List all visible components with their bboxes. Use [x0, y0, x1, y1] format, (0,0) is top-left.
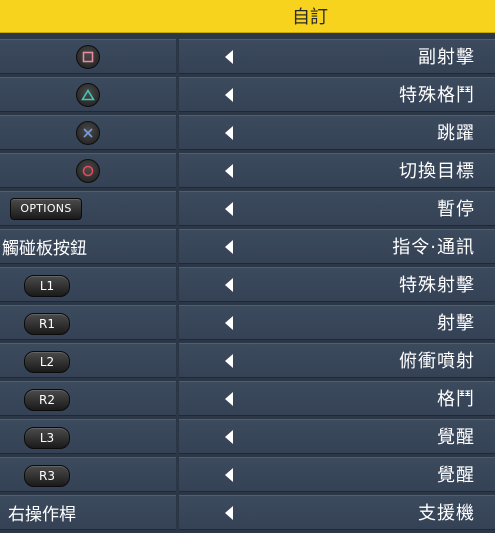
action-label: 指令·通訊	[392, 237, 475, 258]
square-button-icon	[76, 44, 100, 69]
input-label: 右操作桿	[8, 505, 76, 525]
mapping-row-options[interactable]: OPTIONS 暫停	[0, 191, 495, 226]
input-cell: R2	[0, 381, 176, 416]
action-label: 射擊	[437, 313, 475, 334]
input-cell: R3	[0, 457, 176, 492]
input-cell: 觸碰板按鈕	[0, 229, 176, 264]
action-label: 覺醒	[437, 427, 475, 448]
mapping-row-cross[interactable]: 跳躍	[0, 115, 495, 150]
input-cell: 右操作桿	[0, 495, 176, 530]
l2-button-icon: L2	[24, 351, 70, 373]
left-arrow-icon[interactable]	[225, 316, 233, 330]
cross-button-icon	[76, 120, 100, 145]
action-cell[interactable]: 指令·通訊	[179, 229, 495, 264]
left-arrow-icon[interactable]	[225, 354, 233, 368]
action-cell[interactable]: 暫停	[179, 191, 495, 226]
left-arrow-icon[interactable]	[225, 278, 233, 292]
action-label: 切換目標	[399, 161, 475, 182]
mapping-row-right-stick[interactable]: 右操作桿 支援機	[0, 495, 495, 530]
r1-button-icon: R1	[24, 313, 70, 335]
action-label: 格鬥	[437, 389, 475, 410]
action-label: 支援機	[418, 503, 475, 524]
left-arrow-icon[interactable]	[225, 202, 233, 216]
mapping-row-circle[interactable]: 切換目標	[0, 153, 495, 188]
mapping-row-square[interactable]: 副射擊	[0, 39, 495, 74]
input-cell	[0, 39, 176, 74]
action-label: 俯衝噴射	[399, 351, 475, 372]
mapping-row-touchpad[interactable]: 觸碰板按鈕 指令·通訊	[0, 229, 495, 264]
mapping-row-triangle[interactable]: 特殊格鬥	[0, 77, 495, 112]
left-arrow-icon[interactable]	[225, 430, 233, 444]
input-cell: OPTIONS	[0, 191, 176, 226]
action-label: 跳躍	[437, 123, 475, 144]
page-title: 自訂	[292, 7, 328, 28]
action-cell[interactable]: 俯衝噴射	[179, 343, 495, 378]
input-cell	[0, 77, 176, 112]
action-cell[interactable]: 特殊射擊	[179, 267, 495, 302]
action-label: 特殊格鬥	[399, 85, 475, 106]
r3-button-icon: R3	[24, 465, 70, 487]
button-config-screen: 自訂 副射擊 特殊格鬥 跳躍 切換目標 OPTIONS 暫停 觸碰板按鈕 指令·…	[0, 0, 495, 533]
input-cell	[0, 115, 176, 150]
left-arrow-icon[interactable]	[225, 468, 233, 482]
left-arrow-icon[interactable]	[225, 88, 233, 102]
left-arrow-icon[interactable]	[225, 50, 233, 64]
action-cell[interactable]: 副射擊	[179, 39, 495, 74]
action-cell[interactable]: 射擊	[179, 305, 495, 340]
action-cell[interactable]: 格鬥	[179, 381, 495, 416]
left-arrow-icon[interactable]	[225, 506, 233, 520]
action-cell[interactable]: 切換目標	[179, 153, 495, 188]
mapping-row-r1[interactable]: R1 射擊	[0, 305, 495, 340]
left-arrow-icon[interactable]	[225, 392, 233, 406]
input-cell: L2	[0, 343, 176, 378]
mapping-row-l2[interactable]: L2 俯衝噴射	[0, 343, 495, 378]
action-label: 副射擊	[418, 47, 475, 68]
action-cell[interactable]: 跳躍	[179, 115, 495, 150]
action-label: 特殊射擊	[399, 275, 475, 296]
left-arrow-icon[interactable]	[225, 240, 233, 254]
input-cell	[0, 153, 176, 188]
action-cell[interactable]: 覺醒	[179, 419, 495, 454]
mapping-row-l3[interactable]: L3 覺醒	[0, 419, 495, 454]
action-cell[interactable]: 覺醒	[179, 457, 495, 492]
input-label: 觸碰板按鈕	[2, 239, 87, 259]
mapping-row-r2[interactable]: R2 格鬥	[0, 381, 495, 416]
triangle-button-icon	[76, 82, 100, 107]
input-cell: L1	[0, 267, 176, 302]
input-cell: R1	[0, 305, 176, 340]
options-button-icon: OPTIONS	[10, 197, 82, 220]
action-cell[interactable]: 特殊格鬥	[179, 77, 495, 112]
mapping-row-l1[interactable]: L1 特殊射擊	[0, 267, 495, 302]
circle-button-icon	[76, 158, 100, 183]
action-label: 暫停	[437, 199, 475, 220]
action-cell[interactable]: 支援機	[179, 495, 495, 530]
mapping-row-r3[interactable]: R3 覺醒	[0, 457, 495, 492]
r2-button-icon: R2	[24, 389, 70, 411]
action-label: 覺醒	[437, 465, 475, 486]
left-arrow-icon[interactable]	[225, 164, 233, 178]
left-arrow-icon[interactable]	[225, 126, 233, 140]
button-mapping-list: 副射擊 特殊格鬥 跳躍 切換目標 OPTIONS 暫停 觸碰板按鈕 指令·通訊 …	[0, 39, 495, 533]
l1-button-icon: L1	[24, 275, 70, 297]
input-cell: L3	[0, 419, 176, 454]
l3-button-icon: L3	[24, 427, 70, 449]
header-bar: 自訂	[0, 0, 495, 33]
